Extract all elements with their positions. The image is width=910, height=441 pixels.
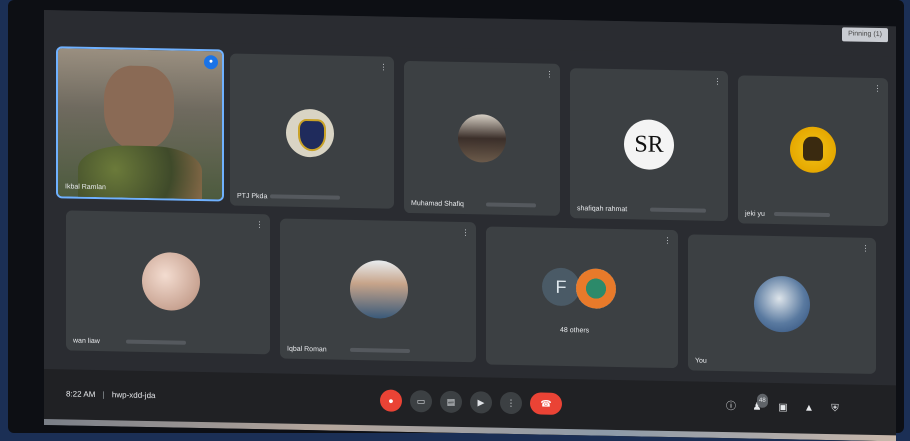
people-icon[interactable]: ♟ 48	[750, 393, 768, 415]
camera-button[interactable]: ▭	[410, 390, 432, 413]
participant-name: Iqbal Roman	[287, 345, 327, 354]
participant-name: PTJ Pkda	[237, 192, 268, 201]
name-blur	[774, 212, 830, 218]
participant-name: wan liaw	[73, 337, 100, 346]
separator: |	[102, 390, 105, 400]
more-options-icon[interactable]: ⋮	[379, 62, 388, 71]
meeting-clock: 8:22 AM | hwp-xdd-jda	[66, 389, 155, 400]
mic-off-button[interactable]: ●	[380, 389, 402, 412]
participant-name: Muhamad Shafiq	[411, 200, 464, 209]
participant-count-badge: 48	[757, 393, 768, 408]
more-options-button[interactable]: ⋮	[500, 391, 522, 415]
meet-window: Pinning (1) ● Ikbal Ramlan ⋮ PTJ Pkda ⋮ …	[44, 10, 896, 441]
more-options-icon[interactable]: ⋮	[713, 77, 722, 86]
avatar	[458, 113, 506, 163]
avatar	[790, 126, 836, 174]
speaking-indicator-icon: ●	[204, 55, 218, 70]
avatar	[286, 108, 334, 158]
avatar	[350, 259, 408, 319]
avatar-initial: F	[555, 276, 567, 298]
avatar	[142, 251, 200, 311]
participant-name: You	[695, 357, 707, 365]
present-button[interactable]: ▶	[470, 391, 492, 414]
participant-tile[interactable]: ⋮ Muhamad Shafiq	[404, 60, 560, 216]
captions-button[interactable]: ▤	[440, 390, 462, 414]
info-icon[interactable]: ⓘ	[724, 400, 738, 414]
avatar	[754, 275, 810, 333]
name-blur	[350, 347, 410, 354]
chat-icon[interactable]: ▣	[776, 401, 790, 415]
meeting-code: hwp-xdd-jda	[111, 390, 156, 401]
avatar: F	[542, 267, 580, 307]
avatar: SR	[624, 119, 674, 171]
participant-tile[interactable]: ⋮ F 48 others	[486, 226, 678, 369]
participant-tile[interactable]: ⋮ PTJ Pkda	[230, 53, 394, 209]
participant-name: shafiqah rahmat	[577, 205, 628, 214]
name-blur	[486, 202, 536, 208]
participant-name: 48 others	[560, 326, 590, 335]
more-options-icon[interactable]: ⋮	[255, 220, 264, 229]
name-blur	[650, 207, 706, 213]
participant-tile[interactable]: ⋮ wan liaw	[66, 210, 270, 355]
participant-name: jeki yu	[745, 210, 765, 218]
end-call-button[interactable]: ☎	[530, 392, 562, 415]
host-controls-icon[interactable]: ⛨	[828, 402, 842, 416]
participant-tile[interactable]: ⋮ SR shafiqah rahmat	[570, 68, 728, 222]
avatar-initials: SR	[634, 131, 664, 158]
participant-name: Ikbal Ramlan	[65, 183, 106, 192]
more-options-icon[interactable]: ⋮	[861, 244, 870, 253]
participant-tile[interactable]: ⋮ jeki yu	[738, 75, 888, 227]
more-options-icon[interactable]: ⋮	[461, 228, 470, 237]
name-blur	[126, 339, 186, 345]
clock-time: 8:22 AM	[66, 389, 96, 399]
more-options-icon[interactable]: ⋮	[663, 236, 672, 245]
participant-tile[interactable]: ⋮ You	[688, 234, 876, 374]
more-options-icon[interactable]: ⋮	[545, 70, 554, 79]
name-blur	[270, 194, 340, 200]
more-options-icon[interactable]: ⋮	[873, 84, 882, 93]
participant-video	[58, 48, 222, 202]
pinning-chip[interactable]: Pinning (1)	[842, 27, 888, 43]
activities-icon[interactable]: ▲	[802, 402, 816, 416]
participant-tile-active[interactable]: ● Ikbal Ramlan	[56, 46, 224, 202]
participant-tile[interactable]: ⋮ Iqbal Roman	[280, 218, 476, 363]
avatar	[576, 268, 616, 309]
